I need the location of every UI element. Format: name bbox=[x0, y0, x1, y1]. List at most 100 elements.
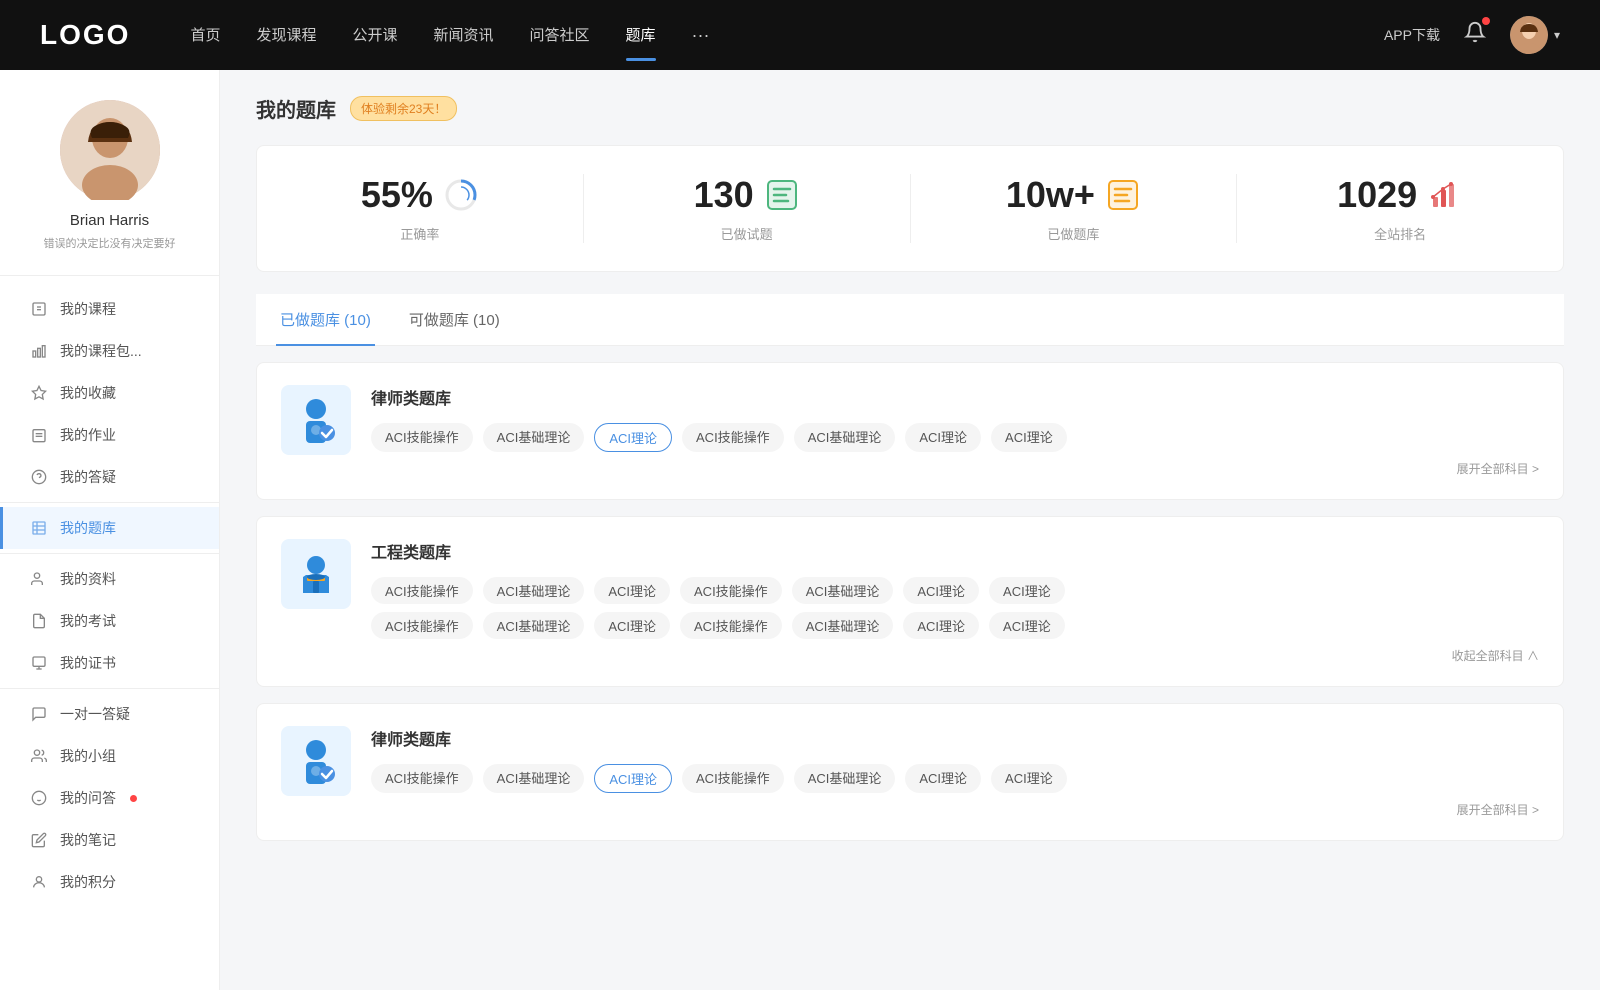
sidebar-item-points[interactable]: 我的积分 bbox=[0, 861, 219, 903]
bank-tag[interactable]: ACI技能操作 bbox=[682, 423, 784, 452]
bank-name-1: 律师类题库 bbox=[371, 385, 1539, 409]
app-download-link[interactable]: APP下载 bbox=[1384, 25, 1440, 45]
bar-chart-red-icon bbox=[1427, 177, 1463, 213]
sidebar-item-my-qa[interactable]: 我的问答 bbox=[0, 777, 219, 819]
bank-info-1: 律师类题库 ACI技能操作 ACI基础理论 ACI理论 ACI技能操作 ACI基… bbox=[371, 385, 1539, 477]
table-icon bbox=[30, 519, 48, 537]
stat-value-4: 1029 bbox=[1337, 174, 1417, 216]
user-avatar bbox=[1510, 16, 1548, 54]
bank-tag[interactable]: ACI基础理论 bbox=[794, 423, 896, 452]
sidebar-item-course-package[interactable]: 我的课程包... bbox=[0, 330, 219, 372]
bank-tag[interactable]: ACI技能操作 bbox=[371, 423, 473, 452]
bank-tag[interactable]: ACI技能操作 bbox=[680, 612, 782, 639]
sidebar-item-my-course[interactable]: 我的课程 bbox=[0, 288, 219, 330]
sidebar-label: 我的积分 bbox=[60, 872, 116, 892]
nav-discover[interactable]: 发现课程 bbox=[256, 24, 316, 47]
document-icon bbox=[30, 300, 48, 318]
logo[interactable]: LOGO bbox=[40, 19, 130, 51]
bank-tag[interactable]: ACI基础理论 bbox=[792, 612, 894, 639]
sidebar-item-profile[interactable]: 我的资料 bbox=[0, 558, 219, 600]
sidebar-item-certificate[interactable]: 我的证书 bbox=[0, 642, 219, 684]
stat-value-row-2: 130 bbox=[694, 174, 800, 216]
tabs-row: 已做题库 (10) 可做题库 (10) bbox=[256, 294, 1564, 346]
nav-more[interactable]: ··· bbox=[692, 25, 710, 46]
expand-link-3[interactable]: 展开全部科目 > bbox=[371, 801, 1539, 818]
expand-link-1[interactable]: 展开全部科目 > bbox=[371, 460, 1539, 477]
bank-tag[interactable]: ACI基础理论 bbox=[483, 612, 585, 639]
bank-tag[interactable]: ACI技能操作 bbox=[371, 764, 473, 793]
sidebar-item-notes[interactable]: 我的笔记 bbox=[0, 819, 219, 861]
bank-tag[interactable]: ACI技能操作 bbox=[682, 764, 784, 793]
stat-value-3: 10w+ bbox=[1006, 174, 1095, 216]
sidebar-item-question-bank[interactable]: 我的题库 bbox=[0, 507, 219, 549]
file-icon bbox=[30, 612, 48, 630]
bank-tags-3: ACI技能操作 ACI基础理论 ACI理论 ACI技能操作 ACI基础理论 AC… bbox=[371, 764, 1539, 793]
question-icon bbox=[30, 468, 48, 486]
sidebar: Brian Harris 错误的决定比没有决定要好 我的课程 我的课程包... bbox=[0, 70, 220, 990]
nav-open-course[interactable]: 公开课 bbox=[352, 24, 397, 47]
bank-card-header-1: 律师类题库 ACI技能操作 ACI基础理论 ACI理论 ACI技能操作 ACI基… bbox=[281, 385, 1539, 477]
bank-card-1: 律师类题库 ACI技能操作 ACI基础理论 ACI理论 ACI技能操作 ACI基… bbox=[256, 362, 1564, 500]
bank-card-header-2: 工程类题库 ACI技能操作 ACI基础理论 ACI理论 ACI技能操作 ACI基… bbox=[281, 539, 1539, 664]
notification-bell[interactable] bbox=[1464, 21, 1486, 49]
bank-tags-2-row2: ACI技能操作 ACI基础理论 ACI理论 ACI技能操作 ACI基础理论 AC… bbox=[371, 612, 1539, 639]
bank-tag[interactable]: ACI基础理论 bbox=[794, 764, 896, 793]
bank-tag[interactable]: ACI基础理论 bbox=[483, 423, 585, 452]
stat-label-3: 已做题库 bbox=[1047, 224, 1099, 243]
sidebar-item-homework[interactable]: 我的作业 bbox=[0, 414, 219, 456]
sidebar-item-favorites[interactable]: 我的收藏 bbox=[0, 372, 219, 414]
sidebar-item-group[interactable]: 我的小组 bbox=[0, 735, 219, 777]
bank-tag[interactable]: ACI基础理论 bbox=[483, 764, 585, 793]
bank-tag[interactable]: ACI理论 bbox=[903, 612, 979, 639]
nav-menu: 首页 发现课程 公开课 新闻资讯 问答社区 题库 ··· bbox=[190, 24, 1384, 47]
bank-tag[interactable]: ACI技能操作 bbox=[371, 612, 473, 639]
sidebar-item-exam[interactable]: 我的考试 bbox=[0, 600, 219, 642]
sidebar-menu: 我的课程 我的课程包... 我的收藏 我的作业 bbox=[0, 276, 219, 915]
nav-home[interactable]: 首页 bbox=[190, 24, 220, 47]
tab-done-banks[interactable]: 已做题库 (10) bbox=[276, 295, 375, 346]
nav-question-bank[interactable]: 题库 bbox=[626, 24, 656, 47]
profile-name: Brian Harris bbox=[20, 212, 199, 229]
bank-tag-active[interactable]: ACI理论 bbox=[594, 764, 672, 793]
sidebar-item-1to1-qa[interactable]: 一对一答疑 bbox=[0, 693, 219, 735]
sidebar-item-qa[interactable]: 我的答疑 bbox=[0, 456, 219, 498]
stat-value: 55% bbox=[361, 174, 433, 216]
bank-tag[interactable]: ACI理论 bbox=[991, 423, 1067, 452]
bank-tag[interactable]: ACI理论 bbox=[594, 612, 670, 639]
bank-tag[interactable]: ACI理论 bbox=[905, 423, 981, 452]
tab-available-banks[interactable]: 可做题库 (10) bbox=[405, 295, 504, 346]
bank-tag-active[interactable]: ACI理论 bbox=[594, 423, 672, 452]
bank-tag[interactable]: ACI理论 bbox=[989, 577, 1065, 604]
sidebar-label: 我的资料 bbox=[60, 569, 116, 589]
navbar-right: APP下载 ▾ bbox=[1384, 16, 1560, 54]
bank-tag[interactable]: ACI基础理论 bbox=[483, 577, 585, 604]
bank-tags-1: ACI技能操作 ACI基础理论 ACI理论 ACI技能操作 ACI基础理论 AC… bbox=[371, 423, 1539, 452]
expand-link-2[interactable]: 收起全部科目 ∧ bbox=[371, 647, 1539, 664]
sidebar-label: 我的考试 bbox=[60, 611, 116, 631]
bank-tag[interactable]: ACI理论 bbox=[903, 577, 979, 604]
bank-tag[interactable]: ACI理论 bbox=[989, 612, 1065, 639]
nav-qa[interactable]: 问答社区 bbox=[530, 24, 590, 47]
list-green-icon bbox=[764, 177, 800, 213]
bank-tag[interactable]: ACI技能操作 bbox=[680, 577, 782, 604]
bank-icon-lawyer-2 bbox=[281, 726, 351, 796]
bank-icon-engineer bbox=[281, 539, 351, 609]
bank-tag[interactable]: ACI基础理论 bbox=[792, 577, 894, 604]
pencil-icon bbox=[30, 831, 48, 849]
star-icon bbox=[30, 384, 48, 402]
bank-tag[interactable]: ACI技能操作 bbox=[371, 577, 473, 604]
notification-badge bbox=[1482, 17, 1490, 25]
notification-dot bbox=[130, 795, 137, 802]
page-layout: Brian Harris 错误的决定比没有决定要好 我的课程 我的课程包... bbox=[0, 70, 1600, 990]
bank-icon-lawyer-1 bbox=[281, 385, 351, 455]
nav-news[interactable]: 新闻资讯 bbox=[434, 24, 494, 47]
sidebar-label: 一对一答疑 bbox=[60, 704, 130, 724]
bank-tag[interactable]: ACI理论 bbox=[594, 577, 670, 604]
sidebar-label: 我的题库 bbox=[60, 518, 116, 538]
stat-questions-done: 130 已做试题 bbox=[584, 174, 911, 243]
bank-tag[interactable]: ACI理论 bbox=[905, 764, 981, 793]
user-avatar-menu[interactable]: ▾ bbox=[1510, 16, 1560, 54]
message-icon bbox=[30, 705, 48, 723]
bank-tag[interactable]: ACI理论 bbox=[991, 764, 1067, 793]
bank-card-2: 工程类题库 ACI技能操作 ACI基础理论 ACI理论 ACI技能操作 ACI基… bbox=[256, 516, 1564, 687]
